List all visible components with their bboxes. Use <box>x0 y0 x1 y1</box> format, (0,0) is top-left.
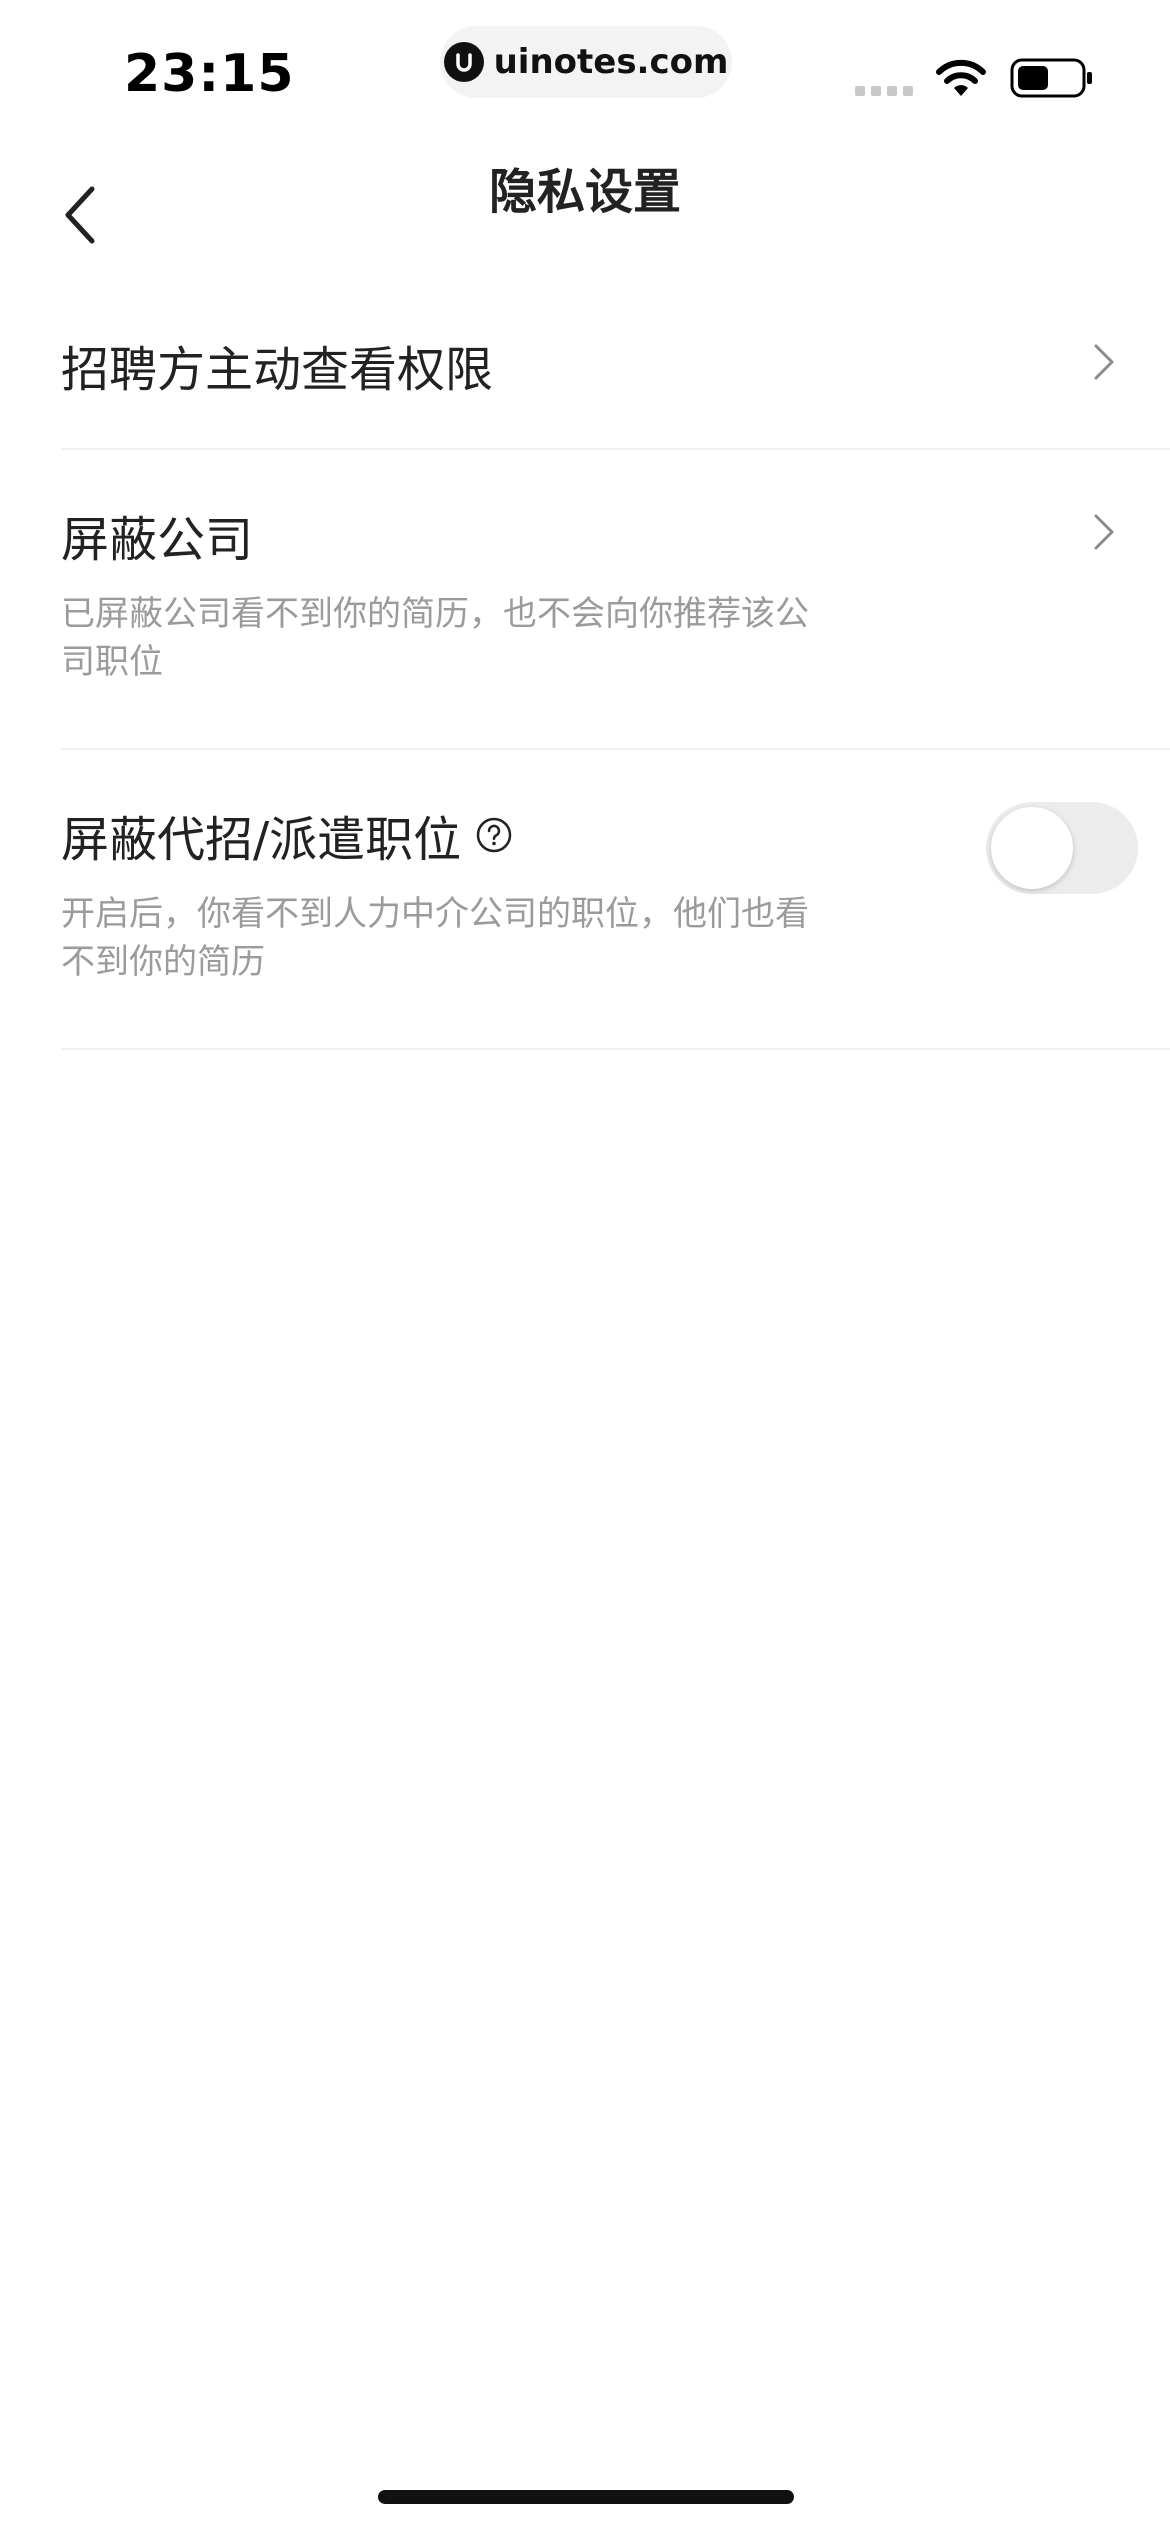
setting-block-agency-jobs: 屏蔽代招/派遣职位 开启后，你看不到人力中介公司的职位，他们也看不到你的简历 <box>61 750 1170 1050</box>
navigation-bar: 隐私设置 <box>0 130 1170 280</box>
setting-title: 屏蔽代招/派遣职位 <box>61 800 513 870</box>
cellular-signal-icon <box>855 86 913 96</box>
uinotes-logo-icon <box>443 42 484 82</box>
wifi-icon <box>935 58 987 102</box>
toggle-knob <box>991 807 1073 889</box>
settings-list: 招聘方主动查看权限 屏蔽公司 已屏蔽公司看不到你的简历，也不会向你推荐该公司职位… <box>0 280 1170 1050</box>
setting-recruiter-view-permission[interactable]: 招聘方主动查看权限 <box>61 280 1170 450</box>
agency-jobs-toggle[interactable] <box>986 802 1138 894</box>
status-time: 23:15 <box>124 44 295 104</box>
chevron-right-icon <box>1094 514 1114 550</box>
chevron-right-icon <box>1094 344 1114 380</box>
page-title: 隐私设置 <box>488 164 681 220</box>
help-question-icon[interactable] <box>475 816 513 854</box>
status-bar: 23:15 uinotes.com <box>0 0 1170 130</box>
setting-description: 开启后，你看不到人力中介公司的职位，他们也看不到你的简历 <box>61 894 809 982</box>
setting-title: 屏蔽公司 <box>61 512 254 568</box>
setting-block-companies[interactable]: 屏蔽公司 已屏蔽公司看不到你的简历，也不会向你推荐该公司职位 <box>61 450 1170 750</box>
url-pill[interactable]: uinotes.com <box>440 26 732 98</box>
url-text: uinotes.com <box>493 42 729 82</box>
setting-title: 招聘方主动查看权限 <box>61 342 494 398</box>
home-indicator <box>378 2490 794 2504</box>
setting-description: 已屏蔽公司看不到你的简历，也不会向你推荐该公司职位 <box>61 594 809 682</box>
battery-icon <box>1010 58 1094 102</box>
